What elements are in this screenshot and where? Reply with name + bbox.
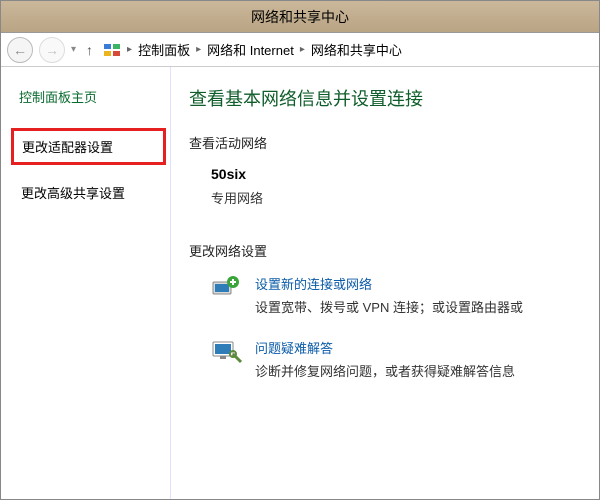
change-settings-title: 更改网络设置	[189, 241, 599, 260]
new-connection-icon	[211, 274, 243, 302]
sidebar-link-adapter-settings[interactable]: 更改适配器设置	[11, 128, 166, 165]
back-button[interactable]: ←	[7, 37, 33, 63]
network-type: 专用网络	[211, 188, 599, 207]
breadcrumb-item[interactable]: 网络和共享中心	[311, 40, 402, 59]
window-titlebar: 网络和共享中心	[1, 1, 599, 33]
breadcrumb-item[interactable]: 网络和 Internet	[207, 40, 294, 59]
breadcrumb: ▸ 控制面板 ▸ 网络和 Internet ▸ 网络和共享中心	[103, 40, 402, 59]
sidebar-link-advanced-sharing[interactable]: 更改高级共享设置	[19, 179, 160, 206]
sidebar: 控制面板主页 更改适配器设置 更改高级共享设置	[1, 67, 171, 499]
window-title: 网络和共享中心	[251, 7, 349, 27]
chevron-right-icon: ▸	[194, 44, 203, 55]
chevron-right-icon: ▸	[125, 44, 134, 55]
back-arrow-icon: ←	[13, 42, 27, 58]
forward-arrow-icon: →	[45, 42, 59, 58]
main-area: 控制面板主页 更改适配器设置 更改高级共享设置 查看基本网络信息并设置连接 查看…	[1, 67, 599, 499]
content-pane: 查看基本网络信息并设置连接 查看活动网络 50six 专用网络 更改网络设置 设…	[171, 67, 599, 499]
recent-dropdown-icon[interactable]: ▾	[71, 44, 76, 55]
control-panel-icon	[103, 41, 121, 59]
settings-item-new-connection[interactable]: 设置新的连接或网络 设置宽带、拨号或 VPN 连接；或设置路由器或	[211, 274, 599, 316]
active-networks-title: 查看活动网络	[189, 133, 599, 152]
troubleshoot-icon	[211, 338, 243, 366]
sidebar-home-link[interactable]: 控制面板主页	[19, 87, 160, 106]
up-button[interactable]: ↑	[82, 42, 97, 58]
nav-bar: ← → ▾ ↑ ▸ 控制面板 ▸ 网络和 Internet ▸ 网络和共享中心	[1, 33, 599, 67]
chevron-right-icon: ▸	[298, 44, 307, 55]
settings-item-troubleshoot[interactable]: 问题疑难解答 诊断并修复网络问题，或者获得疑难解答信息	[211, 338, 599, 380]
network-name: 50six	[211, 166, 599, 182]
breadcrumb-item[interactable]: 控制面板	[138, 40, 190, 59]
settings-item-title: 问题疑难解答	[255, 338, 515, 357]
settings-list: 设置新的连接或网络 设置宽带、拨号或 VPN 连接；或设置路由器或 问题疑难解答	[189, 274, 599, 380]
forward-button[interactable]: →	[39, 37, 65, 63]
settings-item-title: 设置新的连接或网络	[255, 274, 523, 293]
settings-item-desc: 诊断并修复网络问题，或者获得疑难解答信息	[255, 361, 515, 380]
page-heading: 查看基本网络信息并设置连接	[189, 85, 599, 111]
active-network: 50six 专用网络	[211, 166, 599, 207]
settings-item-desc: 设置宽带、拨号或 VPN 连接；或设置路由器或	[255, 297, 523, 316]
